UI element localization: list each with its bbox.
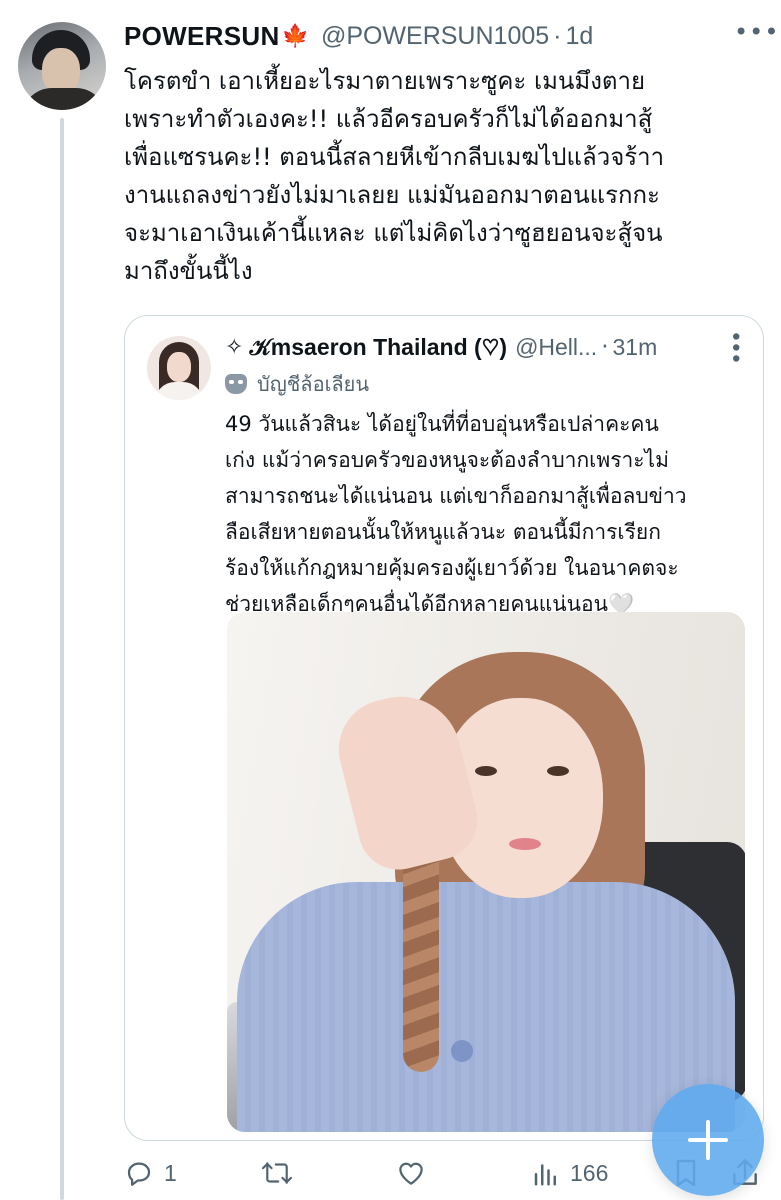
author-handle[interactable]: @POWERSUN1005 bbox=[321, 22, 549, 51]
author-avatar[interactable] bbox=[18, 22, 106, 110]
quoted-author-avatar[interactable] bbox=[147, 336, 211, 400]
quoted-avatar-face bbox=[167, 352, 191, 382]
like-button[interactable] bbox=[396, 1150, 436, 1196]
quoted-author-handle[interactable]: @Hell... bbox=[515, 334, 597, 361]
reply-icon bbox=[124, 1158, 154, 1188]
tweet-text: โครตขำ เอาเหี้ยอะไรมาตายเพราะซูคะ เมนมึง… bbox=[124, 67, 665, 285]
retweet-button[interactable] bbox=[260, 1150, 304, 1196]
retweet-icon bbox=[260, 1158, 294, 1188]
quoted-tweet[interactable]: ✧ 𝒦msaeron Thailand (♡) @Hell... · 31m •… bbox=[124, 315, 764, 1141]
reply-button[interactable]: 1 bbox=[124, 1150, 177, 1196]
photo-right-eye bbox=[547, 766, 569, 776]
sparkle-icon: ✧ bbox=[225, 334, 244, 360]
tweet-time[interactable]: 1d bbox=[566, 22, 594, 51]
photo-lips bbox=[509, 838, 541, 850]
quoted-text-body: 49 วันแล้วสินะ ได้อยู่ในที่ที่อบอุ่นหรือ… bbox=[225, 412, 687, 616]
photo-sweater bbox=[237, 882, 735, 1132]
separator-dot: · bbox=[553, 21, 562, 50]
reply-count: 1 bbox=[164, 1159, 177, 1186]
more-vertical-icon[interactable]: ••• bbox=[722, 330, 747, 363]
bar-chart-icon bbox=[532, 1158, 560, 1188]
tweet-header: POWERSUN 🍁 @POWERSUN1005 · 1d ••• bbox=[124, 18, 778, 54]
quoted-separator-dot: · bbox=[601, 334, 609, 360]
views-button[interactable]: 166 bbox=[532, 1150, 608, 1196]
maple-leaf-icon: 🍁 bbox=[281, 23, 309, 49]
quoted-photo[interactable] bbox=[227, 612, 745, 1132]
quoted-time[interactable]: 31m bbox=[613, 334, 658, 361]
heart-icon bbox=[396, 1158, 426, 1188]
photo-sweater-button bbox=[451, 1040, 473, 1062]
quoted-author-name[interactable]: 𝒦msaeron Thailand (♡) bbox=[249, 334, 507, 361]
parody-mask-icon bbox=[225, 374, 247, 394]
plus-icon bbox=[688, 1120, 728, 1160]
more-horizontal-icon[interactable]: ••• bbox=[734, 18, 779, 46]
views-count: 166 bbox=[570, 1159, 609, 1186]
parody-label-text: บัญชีล้อเลียน bbox=[257, 372, 370, 396]
compose-button[interactable] bbox=[652, 1084, 764, 1196]
quoted-header: ✧ 𝒦msaeron Thailand (♡) @Hell... · 31m bbox=[225, 330, 657, 364]
avatar-coat bbox=[22, 88, 106, 110]
quoted-text: 49 วันแล้วสินะ ได้อยู่ในที่ที่อบอุ่นหรือ… bbox=[225, 406, 745, 622]
photo-left-eye bbox=[475, 766, 497, 776]
author-name[interactable]: POWERSUN bbox=[124, 21, 280, 52]
tweet-page: POWERSUN 🍁 @POWERSUN1005 · 1d ••• โครตขำ… bbox=[0, 0, 781, 1200]
thread-line bbox=[60, 118, 64, 1200]
parody-label: บัญชีล้อเลียน bbox=[225, 368, 369, 400]
